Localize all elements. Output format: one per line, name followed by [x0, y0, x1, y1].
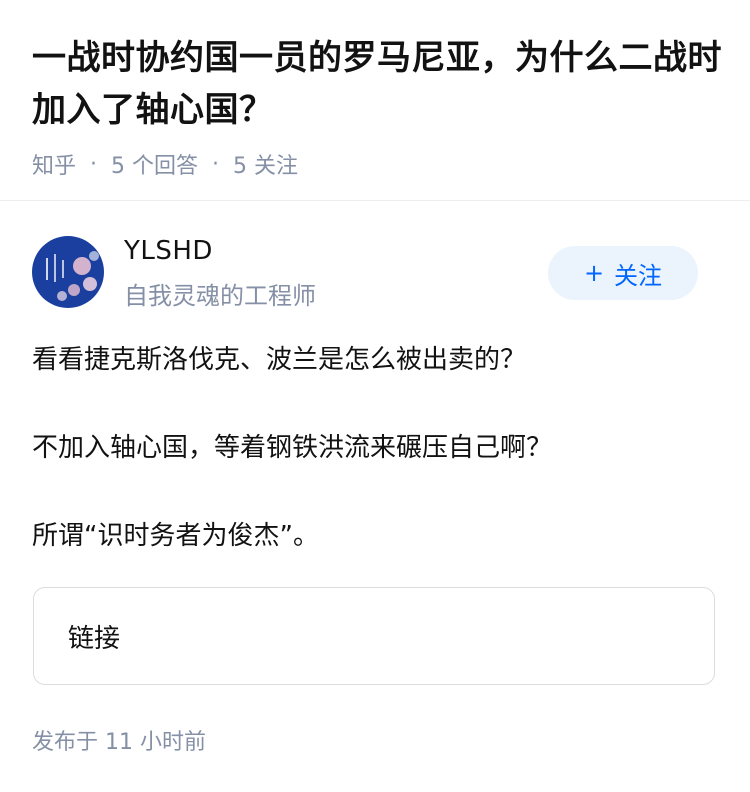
answer-paragraph: 所谓“识时务者为俊杰”。 [32, 521, 319, 551]
link-card[interactable]: 链接 [33, 587, 715, 685]
answer-paragraph: 看看捷克斯洛伐克、波兰是怎么被出卖的？ [32, 345, 527, 375]
follow-button[interactable]: + 关注 [548, 246, 698, 300]
meta-separator: · [90, 151, 98, 177]
plus-icon: + [583, 259, 605, 287]
author-card: YLSHD 自我灵魂的工程师 + 关注 [32, 236, 718, 310]
author-name[interactable]: YLSHD [124, 236, 213, 266]
answer-count[interactable]: 5 个回答 [111, 148, 198, 180]
answer-paragraph: 不加入轴心国，等着钢铁洪流来碾压自己啊？ [32, 433, 553, 463]
question-title[interactable]: 一战时协约国一员的罗马尼亚，为什么二战时加入了轴心国？ [32, 32, 722, 136]
question-header: 一战时协约国一员的罗马尼亚，为什么二战时加入了轴心国？ 知乎 · 5 个回答 ·… [32, 32, 722, 180]
divider [0, 200, 750, 201]
avatar[interactable] [32, 236, 104, 308]
publish-time: 发布于 11 小时前 [32, 730, 206, 755]
meta-separator: · [212, 151, 220, 177]
question-meta: 知乎 · 5 个回答 · 5 关注 [32, 148, 722, 180]
source-label[interactable]: 知乎 [32, 148, 76, 180]
answer-content: 看看捷克斯洛伐克、波兰是怎么被出卖的？ 不加入轴心国，等着钢铁洪流来碾压自己啊？… [32, 338, 722, 558]
link-card-label: 链接 [68, 623, 121, 654]
author-headline: 自我灵魂的工程师 [124, 282, 316, 310]
follow-label: 关注 [614, 261, 663, 290]
follower-count: 5 关注 [233, 154, 299, 179]
